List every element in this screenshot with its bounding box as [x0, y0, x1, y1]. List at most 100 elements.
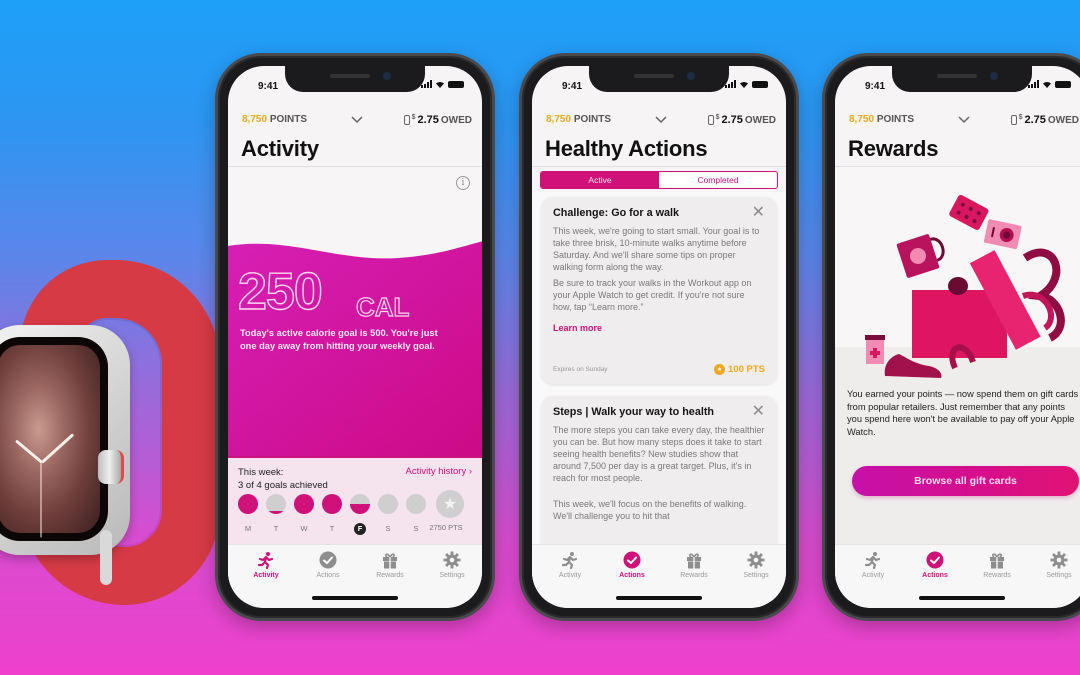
phone-actions: 9:41 8,750 POINTS $ 2.75 OWED Healthy Ac…	[519, 53, 799, 621]
watch-side-button	[100, 530, 112, 585]
rewards-description: You earned your points — now spend them …	[847, 389, 1079, 437]
tab-label: Actions	[922, 572, 948, 579]
points-balance[interactable]: 8,750 POINTS	[849, 114, 914, 125]
mug-icon	[896, 234, 945, 278]
expiry-text: Expires on Sunday	[553, 366, 608, 373]
star-coin-icon: ★	[714, 364, 726, 375]
calorie-value: 250	[237, 263, 323, 321]
gift-icon	[988, 551, 1006, 569]
card-body: This week, we'll focus on the benefits o…	[553, 499, 747, 521]
gift-box-illustration	[865, 194, 1065, 378]
chevron-down-icon[interactable]	[957, 112, 971, 126]
page-title: Activity	[241, 136, 319, 161]
phone-activity: 9:41 8,750 POINTS $ 2.75 OWED Activity i	[215, 53, 495, 621]
tab-label: Settings	[1046, 572, 1072, 579]
running-person-icon	[561, 551, 579, 570]
home-indicator	[312, 596, 398, 600]
card-body: The more steps you can take every day, t…	[553, 425, 765, 483]
card-body: This week, we're going to start small. Y…	[553, 226, 760, 272]
card-body: Be sure to track your walks in the Worko…	[553, 278, 752, 312]
day-letter: T	[273, 524, 279, 533]
tab-actions[interactable]: Actions	[602, 551, 662, 579]
day-progress: M	[238, 494, 258, 535]
battery-icon	[752, 80, 768, 88]
points-balance[interactable]: 8,750 POINTS	[242, 114, 307, 125]
chevron-down-icon[interactable]	[654, 112, 668, 126]
rewards-screen: 9:41 8,750 POINTS $ 2.75 OWED Rewards Yo…	[835, 66, 1080, 608]
tab-label: Activity	[253, 572, 279, 579]
camera-icon	[984, 219, 1022, 250]
day-progress: F	[350, 494, 370, 535]
watch-icon	[1010, 115, 1017, 125]
actions-screen: 9:41 8,750 POINTS $ 2.75 OWED Healthy Ac…	[532, 66, 786, 608]
owed-balance[interactable]: $ 2.75 OWED	[707, 114, 776, 126]
notch	[285, 66, 425, 92]
running-person-icon	[864, 551, 882, 570]
watch-icon	[403, 115, 410, 125]
tab-settings[interactable]: Settings	[726, 551, 786, 579]
day-letter: F	[354, 523, 366, 535]
owed-balance[interactable]: $ 2.75 OWED	[1010, 114, 1079, 126]
action-card[interactable]: Steps | Walk your way to health ✕ The mo…	[541, 396, 777, 566]
tab-label: Actions	[316, 572, 340, 579]
page-title: Healthy Actions	[545, 136, 708, 161]
day-progress-ring	[378, 494, 398, 514]
calorie-description: Today's active calorie goal is 500. You'…	[240, 328, 438, 351]
gear-icon	[443, 551, 461, 569]
day-progress-row: M T W T F S S ★ 2750 PTS	[238, 490, 464, 535]
check-circle-icon	[319, 551, 337, 569]
notch	[589, 66, 729, 92]
activity-history-link[interactable]: Activity history ›	[405, 466, 472, 477]
segment-completed[interactable]: Completed	[659, 172, 777, 188]
learn-more-link[interactable]: Learn more	[553, 323, 765, 333]
tab-actions[interactable]: Actions	[298, 551, 358, 579]
tab-activity[interactable]: Activity	[236, 551, 296, 579]
tab-activity[interactable]: Activity	[540, 551, 600, 579]
tab-actions[interactable]: Actions	[905, 551, 965, 579]
tab-rewards[interactable]: Rewards	[664, 551, 724, 579]
day-progress-ring	[294, 494, 314, 514]
check-circle-icon	[623, 551, 641, 569]
segmented-control: Active Completed	[540, 171, 778, 189]
home-indicator	[616, 596, 702, 600]
watch-icon	[707, 115, 714, 125]
pill-pack-icon	[949, 194, 989, 230]
watch-second-hand	[40, 462, 42, 538]
tab-settings[interactable]: Settings	[1029, 551, 1080, 579]
browse-gift-cards-button[interactable]: Browse all gift cards	[852, 466, 1079, 496]
close-icon[interactable]: ✕	[752, 404, 765, 420]
watch-screen	[0, 337, 108, 541]
tab-activity[interactable]: Activity	[843, 551, 903, 579]
action-card[interactable]: Challenge: Go for a walk ✕ This week, we…	[541, 197, 777, 384]
tab-rewards[interactable]: Rewards	[967, 551, 1027, 579]
close-icon[interactable]: ✕	[752, 205, 765, 221]
wifi-icon	[1043, 81, 1051, 88]
weekly-reward: ★ 2750 PTS	[429, 490, 464, 532]
watch-hour-hand	[14, 439, 43, 464]
tab-settings[interactable]: Settings	[422, 551, 482, 579]
check-circle-icon	[926, 551, 944, 569]
digital-crown	[98, 450, 124, 484]
chevron-down-icon[interactable]	[350, 112, 364, 126]
segment-active[interactable]: Active	[541, 172, 659, 188]
points-header: 8,750 POINTS $ 2.75 OWED	[849, 114, 1079, 128]
points-balance[interactable]: 8,750 POINTS	[546, 114, 611, 125]
battery-icon	[448, 80, 464, 88]
divider	[532, 166, 786, 167]
tab-label: Rewards	[680, 572, 708, 579]
points-header: 8,750 POINTS $ 2.75 OWED	[242, 114, 472, 128]
pill-bottle-icon	[865, 335, 885, 364]
apple-watch-image	[0, 240, 230, 620]
day-progress: W	[294, 494, 314, 535]
weekly-reward-points: 2750 PTS	[429, 523, 463, 532]
home-indicator	[919, 596, 1005, 600]
watch-case	[0, 325, 130, 585]
points-reward: ★ 100 PTS	[714, 364, 765, 375]
battery-icon	[1055, 80, 1071, 88]
info-icon[interactable]: i	[456, 176, 470, 190]
day-progress: S	[406, 494, 426, 535]
day-progress: T	[266, 494, 286, 535]
owed-balance[interactable]: $ 2.75 OWED	[403, 114, 472, 126]
phone-rewards: 9:41 8,750 POINTS $ 2.75 OWED Rewards Yo…	[822, 53, 1080, 621]
tab-rewards[interactable]: Rewards	[360, 551, 420, 579]
